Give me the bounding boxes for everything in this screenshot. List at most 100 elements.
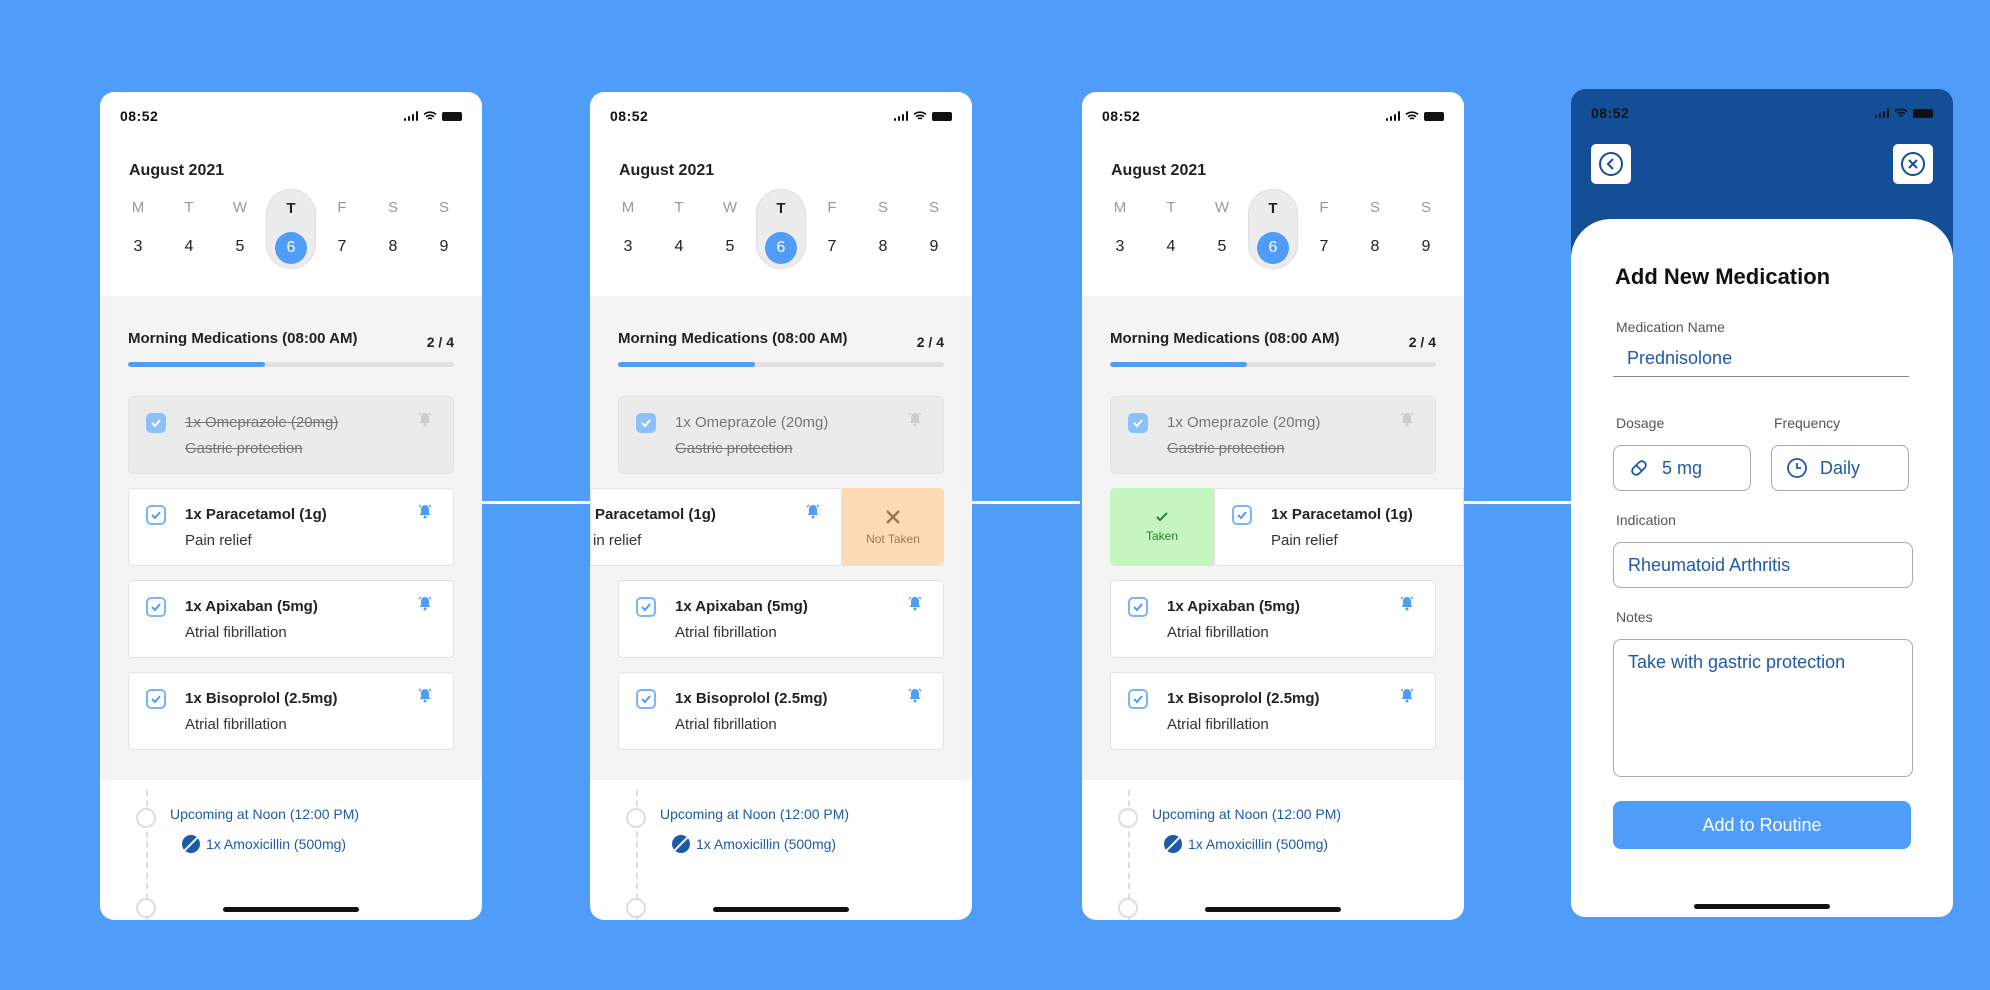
upcoming-title[interactable]: Upcoming at Noon (12:00 PM) — [660, 806, 849, 822]
med-card[interactable]: 1x Apixaban (5mg) Atrial fibrillation — [618, 580, 944, 658]
med-indication: Atrial fibrillation — [185, 716, 287, 733]
upcoming-item[interactable]: 1x Amoxicillin (500mg) — [182, 835, 346, 853]
calendar-day[interactable]: M3 — [1095, 189, 1145, 269]
med-card-swiped[interactable]: 1x Paracetamol (1g) Pain relief — [1214, 488, 1464, 566]
medication-schedule-screen: 08:52 August 2021 M3T4W5T6F7S8S9 Morning… — [100, 92, 482, 920]
calendar-day[interactable]: T4 — [164, 189, 214, 269]
day-letter: S — [1420, 199, 1431, 216]
calendar-day[interactable]: T4 — [654, 189, 704, 269]
checkbox[interactable] — [636, 413, 656, 433]
calendar-day[interactable]: W5 — [705, 189, 755, 269]
taken-label: Taken — [1145, 529, 1179, 543]
indication-input[interactable]: Rheumatoid Arthritis — [1613, 542, 1913, 588]
medication-name-label: Medication Name — [1616, 319, 1725, 335]
taken-button[interactable]: Taken — [1110, 488, 1214, 566]
day-number: 8 — [388, 238, 398, 255]
check-icon — [151, 603, 161, 612]
checkbox[interactable] — [636, 689, 656, 709]
notes-input[interactable]: Take with gastric protection — [1613, 639, 1913, 777]
med-card[interactable]: 1x Paracetamol (1g) Pain relief — [128, 488, 454, 566]
calendar-day[interactable]: F7 — [317, 189, 367, 269]
check-icon — [641, 695, 651, 704]
med-card[interactable]: 1x Apixaban (5mg) Atrial fibrillation — [1110, 580, 1436, 658]
back-button[interactable] — [1591, 144, 1631, 184]
medication-schedule-screen: 08:52 August 2021 M3T4W5T6F7S8S9 Morning… — [1082, 92, 1464, 920]
calendar-day[interactable]: M3 — [113, 189, 163, 269]
calendar-day[interactable]: F7 — [1299, 189, 1349, 269]
med-card[interactable]: 1x Apixaban (5mg) Atrial fibrillation — [128, 580, 454, 658]
dosage-value: 5 mg — [1662, 457, 1703, 478]
frequency-input[interactable]: Daily — [1771, 445, 1909, 491]
check-icon — [1237, 511, 1247, 520]
calendar-day[interactable]: S9 — [1401, 189, 1451, 269]
home-indicator — [713, 907, 849, 912]
calendar-day[interactable]: W5 — [215, 189, 265, 269]
calendar-day[interactable]: T6 — [266, 189, 316, 269]
calendar-day[interactable]: T4 — [1146, 189, 1196, 269]
medication-name-input[interactable]: Prednisolone — [1613, 341, 1909, 377]
calendar-day[interactable]: S9 — [419, 189, 469, 269]
status-bar: 08:52 — [1591, 103, 1933, 123]
med-card[interactable]: 1x Omeprazole (20mg) Gastric protection — [1110, 396, 1436, 474]
med-card-swiped[interactable]: Paracetamol (1g) in relief — [590, 488, 842, 566]
med-indication: Atrial fibrillation — [675, 716, 777, 733]
day-number: 4 — [674, 238, 684, 255]
upcoming-item[interactable]: 1x Amoxicillin (500mg) — [1164, 835, 1328, 853]
med-card[interactable]: 1x Omeprazole (20mg) Gastric protection — [128, 396, 454, 474]
upcoming-title[interactable]: Upcoming at Noon (12:00 PM) — [170, 806, 359, 822]
not-taken-button[interactable]: Not Taken — [842, 488, 944, 566]
close-button[interactable] — [1893, 144, 1933, 184]
checkbox[interactable] — [1232, 505, 1252, 525]
check-icon — [151, 695, 161, 704]
checkbox[interactable] — [146, 597, 166, 617]
checkbox[interactable] — [1128, 597, 1148, 617]
med-name: 1x Bisoprolol (2.5mg) — [675, 690, 828, 707]
calendar-day[interactable]: M3 — [603, 189, 653, 269]
calendar-day[interactable]: S8 — [858, 189, 908, 269]
bell-icon[interactable] — [1399, 411, 1415, 427]
med-card[interactable]: 1x Bisoprolol (2.5mg) Atrial fibrillation — [128, 672, 454, 750]
bell-icon[interactable] — [1399, 687, 1415, 703]
pill-icon — [1631, 460, 1647, 476]
day-letter: T — [674, 199, 684, 216]
calendar-day[interactable]: W5 — [1197, 189, 1247, 269]
day-letter: F — [827, 199, 837, 216]
add-to-routine-button[interactable]: Add to Routine — [1613, 801, 1911, 849]
calendar-day[interactable]: S9 — [909, 189, 959, 269]
calendar-day[interactable]: F7 — [807, 189, 857, 269]
checkbox[interactable] — [146, 689, 166, 709]
bell-icon[interactable] — [417, 595, 433, 611]
day-letter: S — [1369, 199, 1380, 216]
checkbox[interactable] — [146, 413, 166, 433]
med-card[interactable]: 1x Omeprazole (20mg) Gastric protection — [618, 396, 944, 474]
checkbox[interactable] — [1128, 689, 1148, 709]
timeline-node — [1118, 898, 1138, 918]
bell-icon[interactable] — [1399, 595, 1415, 611]
upcoming-med-name: 1x Amoxicillin (500mg) — [696, 836, 837, 852]
home-indicator — [1205, 907, 1341, 912]
bell-icon[interactable] — [417, 411, 433, 427]
calendar-day[interactable]: S8 — [1350, 189, 1400, 269]
checkbox[interactable] — [146, 505, 166, 525]
status-bar: 08:52 — [120, 106, 462, 126]
bell-icon[interactable] — [907, 411, 923, 427]
bell-icon[interactable] — [805, 503, 821, 519]
upcoming-title[interactable]: Upcoming at Noon (12:00 PM) — [1152, 806, 1341, 822]
bell-icon[interactable] — [417, 687, 433, 703]
bell-icon[interactable] — [907, 595, 923, 611]
med-card[interactable]: 1x Bisoprolol (2.5mg) Atrial fibrillation — [1110, 672, 1436, 750]
day-letter: M — [1113, 199, 1127, 216]
checkbox[interactable] — [636, 597, 656, 617]
med-name: 1x Omeprazole (20mg) — [1167, 414, 1321, 431]
notes-value: Take with gastric protection — [1628, 652, 1846, 672]
calendar-day[interactable]: T6 — [756, 189, 806, 269]
bell-icon[interactable] — [417, 503, 433, 519]
dosage-input[interactable]: 5 mg — [1613, 445, 1751, 491]
med-card[interactable]: 1x Bisoprolol (2.5mg) Atrial fibrillation — [618, 672, 944, 750]
calendar-day[interactable]: S8 — [368, 189, 418, 269]
upcoming-med-name: 1x Amoxicillin (500mg) — [1188, 836, 1329, 852]
bell-icon[interactable] — [907, 687, 923, 703]
calendar-day[interactable]: T6 — [1248, 189, 1298, 269]
upcoming-item[interactable]: 1x Amoxicillin (500mg) — [672, 835, 836, 853]
checkbox[interactable] — [1128, 413, 1148, 433]
